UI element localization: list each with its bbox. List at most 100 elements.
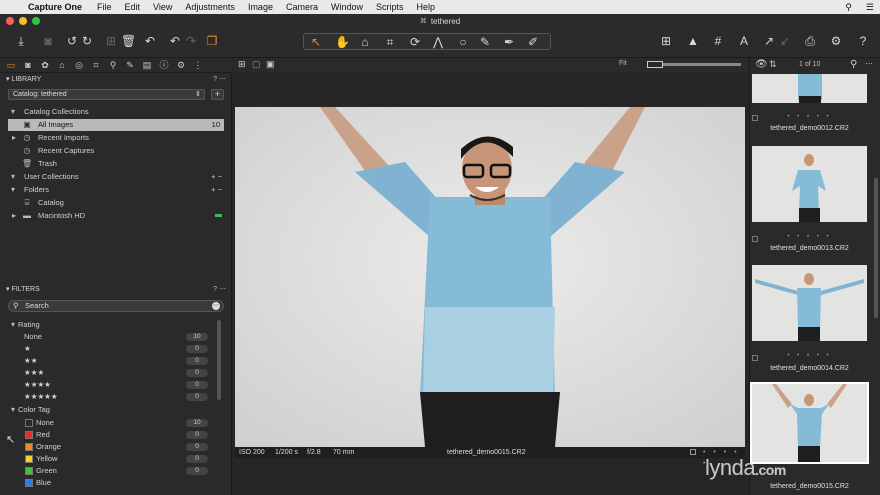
folder-macintosh-hd[interactable]: ▸ ▬ Macintosh HD xyxy=(0,210,230,222)
color-tag-row[interactable]: Green 0 xyxy=(0,465,230,477)
multi-view-icon[interactable]: ⊞ xyxy=(238,59,246,70)
library-header[interactable]: ▾ LIBRARY? ⋯ xyxy=(0,74,232,85)
grid-overlay-icon[interactable]: # xyxy=(711,34,725,48)
trash-icon[interactable]: 🗑 xyxy=(121,34,136,48)
filters-scrollbar[interactable] xyxy=(217,320,221,400)
adjustments-tab-icon[interactable]: ▤ xyxy=(141,59,153,71)
select-cursor-icon[interactable]: ↖ xyxy=(309,35,323,49)
collection-all-images[interactable]: ▣ All Images 10 xyxy=(8,119,224,131)
single-view-icon[interactable]: ▢ xyxy=(252,59,261,70)
picker-icon[interactable]: ✒ xyxy=(502,35,516,49)
thumbnail-0014[interactable] xyxy=(752,265,867,341)
import-icon[interactable]: ⤓ xyxy=(14,34,28,48)
menu-image[interactable]: Image xyxy=(248,2,273,12)
output-tab-icon[interactable]: ⚙ xyxy=(175,59,187,71)
thumbnail-0013[interactable] xyxy=(752,146,867,222)
disclosure-right-icon[interactable]: ▸ xyxy=(9,132,19,144)
reset-icon[interactable]: ↶ xyxy=(143,34,157,48)
spot-removal-icon[interactable]: ○ xyxy=(456,35,470,49)
zoom-loupe-icon[interactable]: ⌂ xyxy=(358,35,372,49)
thumb-rating-dots[interactable]: • • • • • xyxy=(752,114,867,120)
brush-icon[interactable]: ✎ xyxy=(478,35,492,49)
color-tag-row[interactable]: None 10 xyxy=(0,417,230,429)
thumb-checkbox[interactable] xyxy=(752,236,758,242)
copy-apply-icon[interactable]: ↗ xyxy=(762,34,776,48)
zoom-slider-handle[interactable] xyxy=(647,61,663,68)
help-icon[interactable]: ? xyxy=(856,34,870,48)
rating-row-5[interactable]: ★★★★★ 0 xyxy=(0,391,230,403)
add-catalog-button[interactable]: + xyxy=(211,89,224,100)
collection-recent-captures[interactable]: ◷ Recent Captures xyxy=(0,145,230,157)
browser-scrollbar[interactable] xyxy=(874,178,878,318)
color-tag-row[interactable]: Blue xyxy=(0,477,230,489)
capture-tab-camera-icon[interactable]: ◙ xyxy=(22,59,34,71)
undo-icon[interactable]: ↶ xyxy=(168,34,182,48)
color-tab-icon[interactable]: ✿ xyxy=(39,59,51,71)
color-tag-row[interactable]: Orange 0 xyxy=(0,441,230,453)
rotate-right-icon[interactable]: ↻ xyxy=(80,34,94,48)
print-icon[interactable]: ⎙ xyxy=(803,34,817,48)
copy-adjustments-icon[interactable]: ❐ xyxy=(205,34,219,48)
menu-window[interactable]: Window xyxy=(331,2,363,12)
disclosure-down-icon[interactable]: ▾ xyxy=(8,319,18,331)
catalog-collections-group[interactable]: ▾ Catalog Collections xyxy=(0,106,230,118)
rating-row-2[interactable]: ★★ 0 xyxy=(0,355,230,367)
color-picker-icon[interactable]: ✐ xyxy=(526,35,540,49)
lens-tab-icon[interactable]: ◎ xyxy=(73,59,85,71)
main-photo[interactable] xyxy=(235,107,745,447)
minimize-window-icon[interactable] xyxy=(19,17,27,25)
keystone-icon[interactable]: ⋀ xyxy=(431,35,445,49)
notification-list-icon[interactable]: ☰ xyxy=(866,2,874,13)
sort-icon[interactable]: ⇅ xyxy=(769,59,777,70)
folder-catalog[interactable]: ⌸ Catalog xyxy=(0,197,230,209)
select-checkbox[interactable] xyxy=(690,449,696,455)
zoom-slider[interactable] xyxy=(647,61,741,68)
menu-adjustments[interactable]: Adjustments xyxy=(185,2,235,12)
text-overlay-icon[interactable]: A xyxy=(737,34,751,48)
exposure-tab-icon[interactable]: ⌂ xyxy=(56,59,68,71)
grid-view-icon[interactable]: ⊞ xyxy=(659,34,673,48)
proof-view-icon[interactable]: ▣ xyxy=(266,59,275,70)
disclosure-down-icon[interactable]: ▾ xyxy=(8,106,18,118)
redo-icon[interactable]: ↷ xyxy=(184,34,198,48)
color-tag-row[interactable]: Red 0 xyxy=(0,429,230,441)
catalog-select[interactable]: Catalog: tethered ⇕ xyxy=(8,89,205,100)
close-window-icon[interactable] xyxy=(6,17,14,25)
rating-row-4[interactable]: ★★★★ 0 xyxy=(0,379,230,391)
menu-edit[interactable]: Edit xyxy=(125,2,141,12)
batch-tab-icon[interactable]: ⋮ xyxy=(192,59,204,71)
search-options-icon[interactable]: ⋯ xyxy=(212,302,220,310)
menu-help[interactable]: Help xyxy=(417,2,436,12)
menu-camera[interactable]: Camera xyxy=(286,2,318,12)
library-tab-folder-icon[interactable]: ▭ xyxy=(5,59,17,71)
apply-adjustments-icon[interactable]: ↙ xyxy=(778,34,792,48)
pan-hand-icon[interactable]: ✋ xyxy=(335,35,350,49)
collection-recent-imports[interactable]: ▸ ◷ Recent Imports xyxy=(0,132,230,144)
menu-scripts[interactable]: Scripts xyxy=(376,2,404,12)
composition-tab-icon[interactable]: ⌗ xyxy=(90,59,102,71)
folders-add-remove-icon[interactable]: + − xyxy=(211,184,222,196)
filters-header[interactable]: ▾ FILTERS? ⋯ xyxy=(0,284,232,295)
disclosure-down-icon[interactable]: ▾ xyxy=(8,404,18,416)
folders-group[interactable]: ▾ Folders + − xyxy=(0,184,230,196)
user-collections-group[interactable]: ▾ User Collections + − xyxy=(0,171,230,183)
disclosure-down-icon[interactable]: ▾ xyxy=(8,171,18,183)
details-tab-icon[interactable]: ⚲ xyxy=(107,59,119,71)
settings-gear-icon[interactable]: ⚙ xyxy=(829,34,843,48)
exposure-warning-icon[interactable]: ▲ xyxy=(686,34,700,48)
menu-view[interactable]: View xyxy=(153,2,172,12)
rotate-left-icon[interactable]: ↺ xyxy=(65,34,79,48)
browser-search-icon[interactable]: ⚲ xyxy=(850,59,857,70)
thumbnail-0012[interactable] xyxy=(752,74,867,103)
crop-icon[interactable]: ⌗ xyxy=(383,35,397,49)
menu-app-name[interactable]: Capture One xyxy=(28,2,82,12)
thumb-checkbox[interactable] xyxy=(752,115,758,121)
eye-icon[interactable]: 👁 xyxy=(755,59,768,70)
metadata-tab-icon[interactable]: ⓘ xyxy=(158,59,170,71)
browser-options-icon[interactable]: ⋯ xyxy=(865,59,873,68)
rotate-tool-icon[interactable]: ⟳ xyxy=(408,35,422,49)
color-tag-row[interactable]: Yellow 0 xyxy=(0,453,230,465)
spotlight-search-icon[interactable]: ⚲ xyxy=(845,2,852,13)
local-adjustments-tab-icon[interactable]: ✎ xyxy=(124,59,136,71)
capture-camera-icon[interactable]: ◙ xyxy=(41,34,55,48)
